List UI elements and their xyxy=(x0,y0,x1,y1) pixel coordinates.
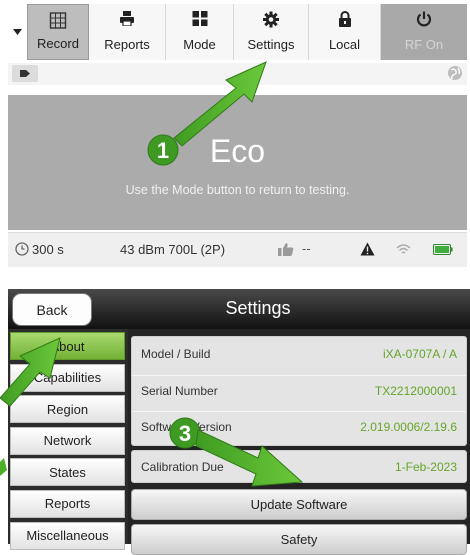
callout-badge-3: 3 xyxy=(169,417,201,449)
callout-badge-1: 1 xyxy=(147,134,179,166)
arrow-to-about xyxy=(0,337,61,407)
callout-3-number: 3 xyxy=(179,421,191,446)
arrow-to-update-software xyxy=(195,429,304,487)
annotation-overlay: 1 3 xyxy=(0,61,304,487)
arrow-to-settings xyxy=(173,61,267,147)
arrow-fragment-left xyxy=(0,458,7,476)
callout-1-number: 1 xyxy=(157,138,169,163)
